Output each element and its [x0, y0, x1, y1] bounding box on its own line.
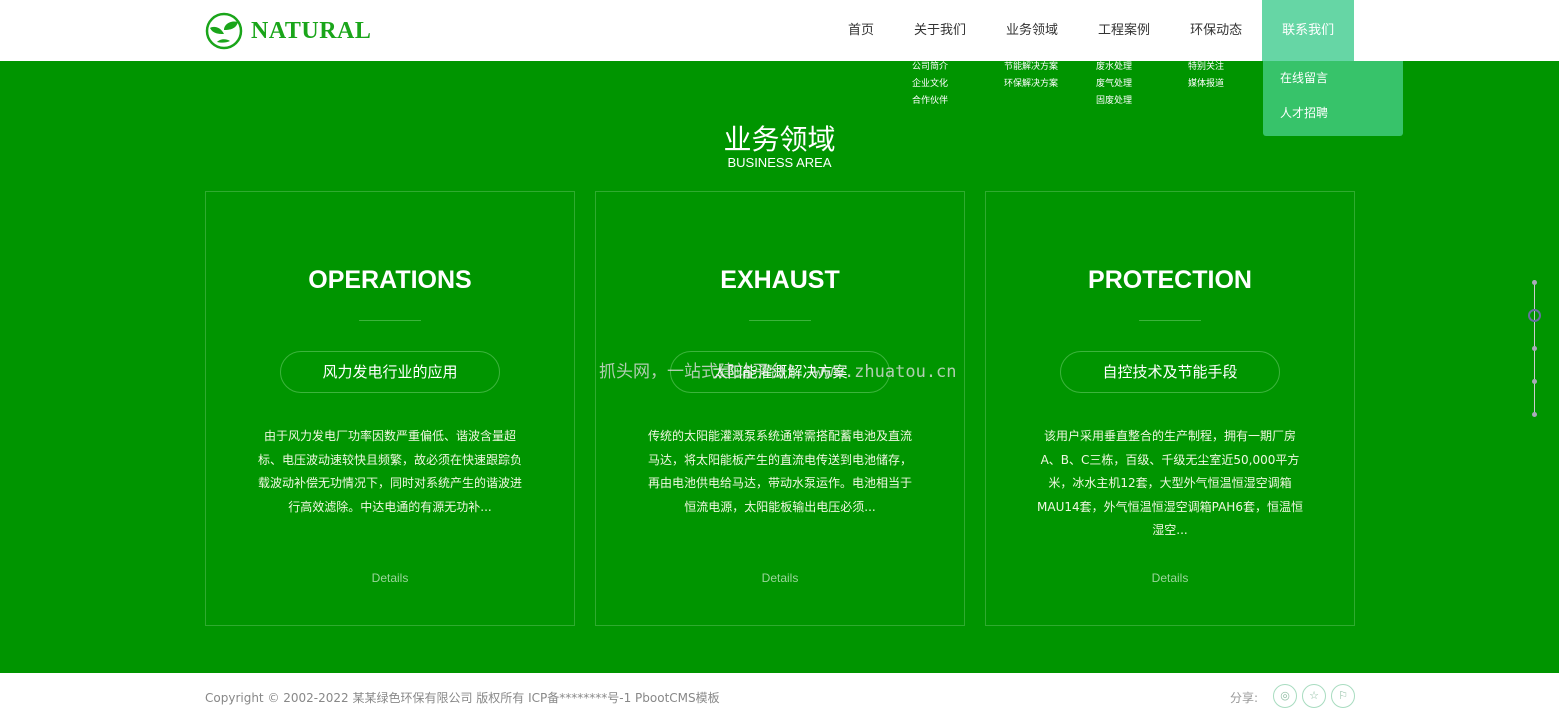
card-text: 传统的太阳能灌溉泵系统通常需搭配蓄电池及直流马达，将太阳能板产生的直流电传送到电…	[647, 429, 912, 514]
watermark: 抓头网，一站式建站平台！ www.zhuatou.cn	[599, 362, 957, 382]
weibo-icon[interactable]: ◎	[1273, 684, 1297, 708]
submenu-item[interactable]: 媒体报道	[1188, 79, 1224, 90]
wechat-icon[interactable]: ⚐	[1331, 684, 1355, 708]
section-dot[interactable]	[1532, 412, 1537, 417]
submenu-item[interactable]: 特别关注	[1188, 62, 1224, 73]
submenu-about: 公司简介 企业文化 合作伙伴	[912, 62, 948, 113]
section-title: 业务领域	[723, 123, 836, 156]
section-subtitle: BUSINESS AREA	[727, 155, 832, 170]
submenu-item[interactable]: 节能解决方案	[1004, 62, 1058, 73]
details-link[interactable]: Details	[986, 571, 1354, 585]
nav-about[interactable]: 关于我们	[894, 0, 986, 61]
submenu-news: 特别关注 媒体报道	[1188, 62, 1224, 96]
main-nav: 首页 关于我们 业务领域 工程案例 环保动态 联系我们	[828, 0, 1355, 61]
nav-cases[interactable]: 工程案例	[1078, 0, 1170, 61]
divider	[1139, 320, 1201, 321]
submenu-item[interactable]: 企业文化	[912, 79, 948, 90]
logo-text: NATURAL	[251, 17, 372, 44]
card-text: 该用户采用垂直整合的生产制程，拥有一期厂房A、B、C三栋，百级、千级无尘室近50…	[1037, 429, 1303, 537]
card-title: PROTECTION	[1088, 266, 1252, 294]
divider	[749, 320, 811, 321]
submenu-item[interactable]: 废水处理	[1096, 62, 1132, 73]
footer: Copyright © 2002-2022 某某绿色环保有限公司 版权所有 IC…	[0, 673, 1559, 715]
nav-home[interactable]: 首页	[828, 0, 894, 61]
submenu-item[interactable]: 环保解决方案	[1004, 79, 1058, 90]
leaf-logo-icon	[205, 12, 243, 50]
submenu-business: 节能解决方案 环保解决方案	[1004, 62, 1058, 96]
header: NATURAL 首页 关于我们 业务领域 工程案例 环保动态 联系我们	[0, 0, 1559, 61]
card-title: EXHAUST	[720, 266, 840, 294]
section-dot[interactable]	[1532, 379, 1537, 384]
submenu-item[interactable]: 合作伙伴	[912, 96, 948, 107]
nav-business[interactable]: 业务领域	[986, 0, 1078, 61]
business-card[interactable]: OPERATIONS 风力发电行业的应用 由于风力发电厂功率因数严重偏低、谐波含…	[205, 191, 575, 626]
details-link[interactable]: Details	[206, 571, 574, 585]
submenu-item[interactable]: 固废处理	[1096, 96, 1132, 107]
nav-news[interactable]: 环保动态	[1170, 0, 1262, 61]
submenu-item[interactable]: 废气处理	[1096, 79, 1132, 90]
qzone-star-icon[interactable]: ☆	[1302, 684, 1326, 708]
card-text: 由于风力发电厂功率因数严重偏低、谐波含量超标、电压波动速较快且频繁，故必须在快速…	[257, 429, 522, 514]
submenu-item[interactable]: 公司简介	[912, 62, 948, 73]
divider	[359, 320, 421, 321]
section-dot-active[interactable]	[1528, 309, 1541, 322]
share-label: 分享:	[1230, 691, 1259, 705]
submenu-cases: 废水处理 废气处理 固废处理	[1096, 62, 1132, 113]
section-dot[interactable]	[1532, 280, 1537, 285]
business-card[interactable]: PROTECTION 自控技术及节能手段 该用户采用垂直整合的生产制程，拥有一期…	[985, 191, 1355, 626]
copyright: Copyright © 2002-2022 某某绿色环保有限公司 版权所有 IC…	[205, 691, 720, 705]
card-title: OPERATIONS	[308, 266, 472, 294]
nav-contact[interactable]: 联系我们	[1262, 0, 1355, 61]
dropdown-item-message[interactable]: 在线留言	[1263, 71, 1403, 106]
logo[interactable]: NATURAL	[205, 12, 371, 50]
card-pill[interactable]: 风力发电行业的应用	[280, 351, 500, 393]
details-link[interactable]: Details	[596, 571, 964, 585]
card-pill[interactable]: 自控技术及节能手段	[1060, 351, 1280, 393]
business-card[interactable]: EXHAUST 太阳能灌溉解决方案 传统的太阳能灌溉泵系统通常需搭配蓄电池及直流…	[595, 191, 965, 626]
section-dot[interactable]	[1532, 346, 1537, 351]
